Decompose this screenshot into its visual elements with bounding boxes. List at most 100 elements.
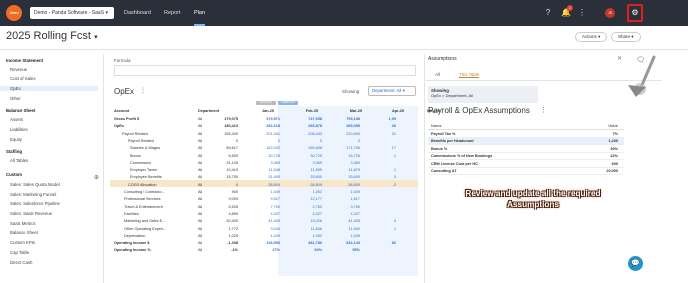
- cell-value[interactable]: 165,698: [300, 146, 322, 150]
- row-account[interactable]: Commission: [130, 161, 151, 165]
- cell-value[interactable]: -1%: [216, 248, 238, 252]
- sidebar-item-cap-table[interactable]: Cap Table: [10, 250, 29, 255]
- row-account[interactable]: Facilities: [124, 212, 139, 216]
- cell-value[interactable]: 171,706: [338, 146, 360, 150]
- cell-value[interactable]: 379,571: [258, 117, 280, 121]
- row-account[interactable]: Payroll Related: [122, 132, 148, 136]
- sidebar-item-liabilities[interactable]: Liabilities: [10, 127, 28, 132]
- cell-value[interactable]: 3,369: [338, 161, 360, 165]
- sidebar-item-direct-cash[interactable]: Direct Cash: [10, 260, 32, 265]
- cell-value[interactable]: 9,093: [216, 197, 238, 201]
- cell-value[interactable]: 1,049: [258, 190, 280, 194]
- cell-value[interactable]: 1,617: [338, 197, 360, 201]
- cell-value[interactable]: 9,527: [258, 197, 280, 201]
- cell-value[interactable]: 155,400: [216, 132, 238, 136]
- cell-value[interactable]: 5,525: [216, 205, 238, 209]
- cell-value[interactable]: 11,690: [338, 227, 360, 231]
- cell-value[interactable]: 1,049: [258, 234, 280, 238]
- cell-value[interactable]: 21: [378, 132, 396, 136]
- cell-value[interactable]: 2,750: [300, 205, 322, 209]
- nav-plan[interactable]: Plan: [194, 0, 206, 26]
- cell-value[interactable]: 0: [300, 139, 322, 143]
- cell-value[interactable]: 30,400: [216, 219, 238, 223]
- cell-value[interactable]: 33,600: [338, 175, 360, 179]
- sidebar-item-assets[interactable]: Assets: [10, 117, 23, 122]
- sidebar-item-sales-salesforce-pipeline[interactable]: Sales: Salesforce Pipeline: [10, 201, 60, 206]
- sidebar-item-revenue[interactable]: Revenue: [10, 67, 27, 72]
- cell-value[interactable]: 4: [378, 219, 396, 223]
- assumption-row[interactable]: Consulting AT 20,000: [428, 168, 624, 175]
- cell-value[interactable]: 1,049: [338, 190, 360, 194]
- sidebar-item-custom[interactable]: Custom: [6, 172, 22, 177]
- help-icon[interactable]: ?: [543, 8, 553, 18]
- cell-value[interactable]: 201,341: [258, 132, 280, 136]
- cell-value[interactable]: 30,725: [258, 154, 280, 158]
- cell-value[interactable]: 11,606: [300, 227, 322, 231]
- assumption-row[interactable]: Payroll Tax % 7%: [428, 130, 624, 138]
- sidebar-item-all-tables[interactable]: All Tables: [10, 158, 28, 163]
- cell-value[interactable]: -1,338: [216, 241, 238, 245]
- cell-value[interactable]: 27%: [258, 248, 280, 252]
- cell-value[interactable]: 11,879: [338, 168, 360, 172]
- chat-icon[interactable]: 💬: [628, 256, 643, 271]
- cell-value[interactable]: 1,052: [300, 234, 322, 238]
- cell-value[interactable]: 55%: [338, 248, 360, 252]
- cell-value[interactable]: 162,042: [258, 146, 280, 150]
- actions-button[interactable]: Actions ▾: [575, 32, 608, 42]
- cell-value[interactable]: 4,327: [258, 212, 280, 216]
- cell-value[interactable]: 265,878: [300, 124, 322, 128]
- cell-value[interactable]: 1,09: [378, 117, 396, 121]
- cell-value[interactable]: 33,600: [300, 175, 322, 179]
- sidebar-item-staffing[interactable]: Staffing: [6, 149, 22, 154]
- row-account[interactable]: Travel & Entertainment: [124, 205, 163, 209]
- sidebar-item-opex[interactable]: OpEx: [0, 86, 98, 91]
- cell-value[interactable]: -3: [378, 183, 396, 187]
- cell-value[interactable]: 3,369: [300, 161, 322, 165]
- cell-value[interactable]: 180,413: [216, 124, 238, 128]
- settings-gear-button[interactable]: ⚙: [627, 4, 643, 22]
- tab-all[interactable]: All: [435, 72, 440, 77]
- cell-value[interactable]: 15,750: [216, 175, 238, 179]
- sidebar-item-custom-kpis[interactable]: Custom KPIs: [10, 240, 35, 245]
- row-account[interactable]: Operating Income %: [114, 248, 151, 252]
- add-icon[interactable]: ⊕: [94, 174, 99, 181]
- row-account[interactable]: Employee Benefits: [130, 175, 162, 179]
- sidebar-item-cost-of-sales[interactable]: Cost of Sales: [10, 76, 36, 81]
- cell-value[interactable]: 0: [258, 139, 280, 143]
- cell-value[interactable]: 7,750: [258, 205, 280, 209]
- cell-value[interactable]: 11,599: [300, 168, 322, 172]
- row-account[interactable]: Other Operating Expen...: [124, 227, 166, 231]
- assumption-value[interactable]: 1,200: [608, 139, 618, 143]
- jirav-logo[interactable]: Jirav: [6, 5, 22, 21]
- cell-value[interactable]: 26: [378, 124, 396, 128]
- cell-value[interactable]: 206,433: [300, 132, 322, 136]
- cell-value[interactable]: 126,953: [258, 241, 280, 245]
- cell-value[interactable]: 19,426: [300, 219, 322, 223]
- cell-value[interactable]: 3: [378, 175, 396, 179]
- cell-value[interactable]: 1,052: [300, 190, 322, 194]
- cell-value[interactable]: 16,725: [338, 154, 360, 158]
- cell-value[interactable]: 0: [216, 139, 238, 143]
- avatar[interactable]: JS: [605, 8, 615, 18]
- cell-value[interactable]: 747,658: [300, 117, 322, 121]
- cell-value[interactable]: 9,026: [258, 227, 280, 231]
- cell-value[interactable]: 179,075: [216, 117, 238, 121]
- cell-value[interactable]: 82: [378, 241, 396, 245]
- cell-value[interactable]: 1,049: [338, 234, 360, 238]
- assumption-value[interactable]: 30%: [610, 147, 618, 151]
- share-button[interactable]: Share ▾: [611, 32, 641, 42]
- assumption-row[interactable]: Commissions % of New Bookings 22%: [428, 153, 624, 160]
- cell-value[interactable]: 4,327: [338, 212, 360, 216]
- cell-value[interactable]: 0: [338, 139, 360, 143]
- row-account[interactable]: Marketing and Sales E...: [124, 219, 165, 223]
- cell-value[interactable]: 252,618: [258, 124, 280, 128]
- assumption-value[interactable]: 7%: [613, 132, 619, 136]
- row-account[interactable]: OpEx: [114, 124, 124, 128]
- cell-value[interactable]: 31,105: [216, 161, 238, 165]
- row-account[interactable]: Salaries & Wages: [130, 146, 160, 150]
- row-account[interactable]: Consulting / Contracto...: [124, 190, 165, 194]
- sidebar-item-saas-metrics[interactable]: SaaS Metrics: [10, 221, 36, 226]
- cell-value[interactable]: 89,617: [216, 146, 238, 150]
- cell-value[interactable]: 1: [378, 168, 396, 172]
- row-account[interactable]: Gross Profit $: [114, 117, 139, 121]
